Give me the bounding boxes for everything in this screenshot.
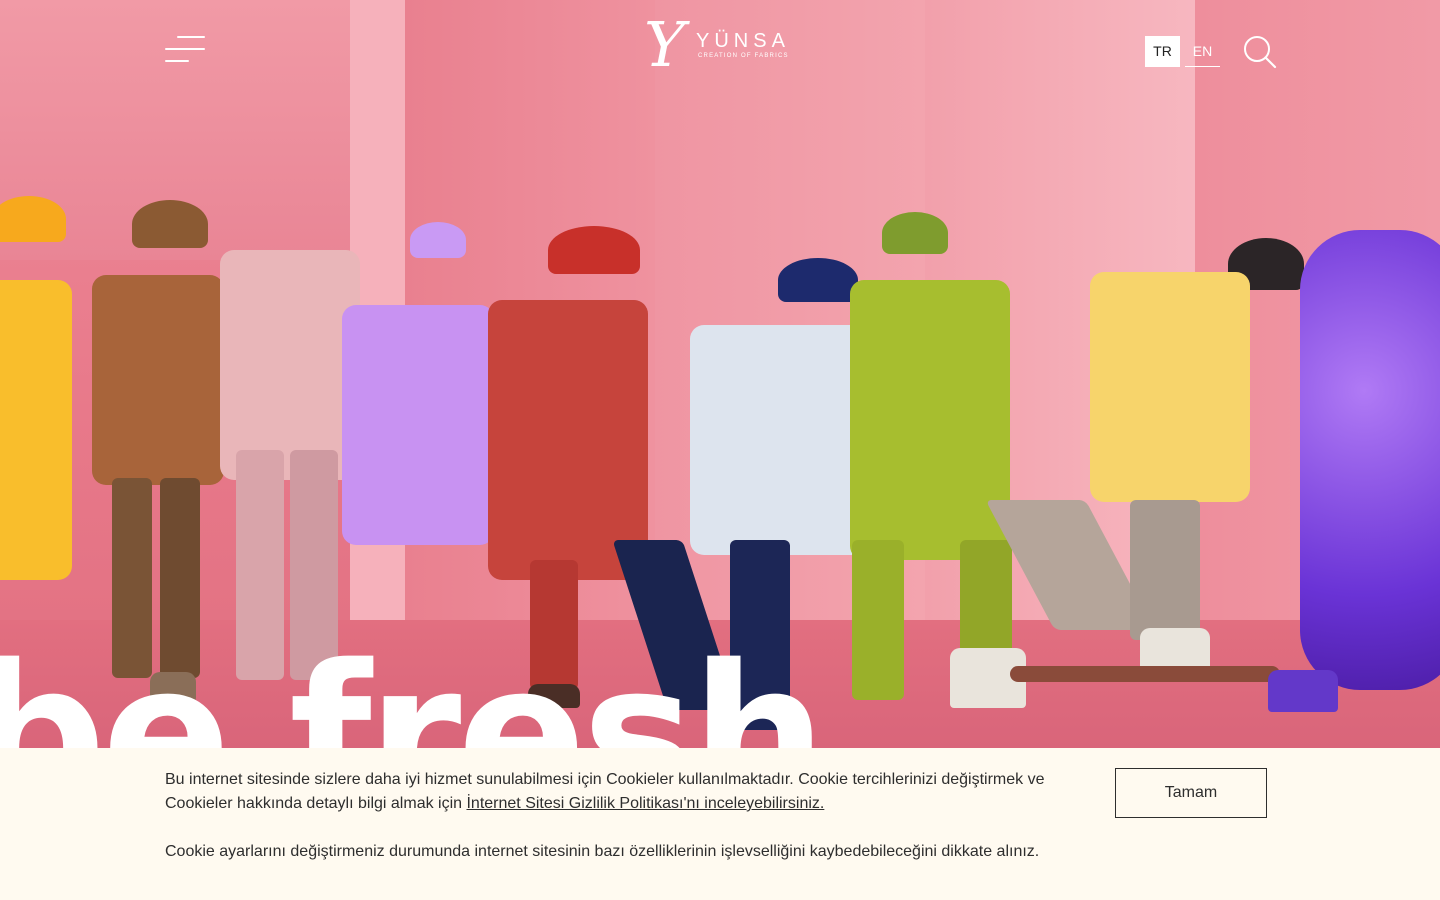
privacy-policy-link[interactable]: İnternet Sitesi Gizlilik Politikası'nı i… [466, 795, 824, 812]
search-icon [1244, 36, 1277, 69]
hero-image: be fresh [0, 0, 1440, 748]
hamburger-line [165, 60, 189, 62]
cookie-accept-button[interactable]: Tamam [1115, 768, 1267, 818]
language-tr-button[interactable]: TR [1145, 36, 1180, 67]
language-en-button[interactable]: EN [1185, 36, 1220, 67]
logo-mark: Y [644, 8, 685, 81]
hamburger-line [165, 48, 205, 50]
cookie-banner: Bu internet sitesinde sizlere daha iyi h… [0, 748, 1440, 900]
search-button[interactable] [1243, 35, 1277, 69]
cookie-text: Bu internet sitesinde sizlere daha iyi h… [165, 768, 1085, 816]
logo-name: YÜNSA [696, 30, 790, 52]
hero-headline: be fresh [0, 624, 827, 749]
logo-tagline: CREATION OF FABRICS [698, 53, 789, 59]
cookie-note: Cookie ayarlarını değiştirmeniz durumund… [165, 843, 1040, 860]
menu-button[interactable] [165, 36, 207, 66]
site-logo[interactable]: Y YÜNSA CREATION OF FABRICS [644, 14, 789, 84]
hamburger-menu-icon [177, 36, 205, 38]
